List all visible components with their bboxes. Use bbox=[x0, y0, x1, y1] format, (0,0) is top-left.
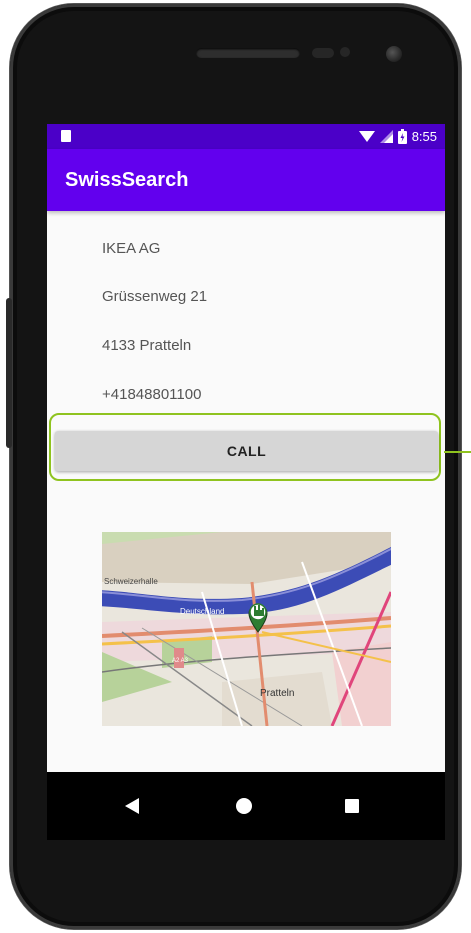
company-name: IKEA AG bbox=[102, 240, 161, 257]
status-bar: 8:55 bbox=[47, 124, 445, 149]
back-triangle-icon[interactable] bbox=[125, 798, 139, 814]
sd-card-icon bbox=[61, 130, 71, 142]
recents-square-icon[interactable] bbox=[345, 799, 359, 813]
city-address: 4133 Pratteln bbox=[102, 337, 192, 354]
map-label-motorway: A2 A3 bbox=[172, 658, 189, 664]
map-view[interactable]: Schweizerhalle Deutschland A2 A3 Prattel… bbox=[102, 532, 391, 726]
status-icons: 8:55 bbox=[358, 128, 437, 145]
callout-line bbox=[444, 451, 471, 453]
phone-speaker bbox=[196, 48, 300, 58]
app-bar: SwissSearch bbox=[47, 149, 445, 211]
home-circle-icon[interactable] bbox=[236, 798, 252, 814]
phone-number: +41848801100 bbox=[102, 386, 202, 403]
map-label-river: Deutschland bbox=[180, 607, 224, 616]
call-button[interactable]: CALL bbox=[55, 431, 438, 471]
phone-screen: 8:55 SwissSearch IKEA AG Grüssenweg 21 4… bbox=[47, 124, 445, 840]
map-label-area: Schweizerhalle bbox=[104, 577, 158, 586]
status-time: 8:55 bbox=[411, 129, 437, 144]
map-label-town: Pratteln bbox=[260, 688, 294, 699]
phone-sensor bbox=[312, 48, 334, 58]
signal-icon bbox=[379, 130, 393, 143]
app-title: SwissSearch bbox=[65, 169, 189, 191]
wifi-icon bbox=[358, 131, 375, 142]
street-address: Grüssenweg 21 bbox=[102, 288, 208, 305]
map-image: Schweizerhalle Deutschland A2 A3 Prattel… bbox=[102, 532, 391, 726]
battery-icon bbox=[397, 129, 407, 144]
phone-camera bbox=[386, 46, 402, 62]
navigation-bar bbox=[47, 772, 445, 840]
phone-side-button bbox=[6, 298, 12, 448]
phone-sensor-dot bbox=[340, 47, 350, 57]
